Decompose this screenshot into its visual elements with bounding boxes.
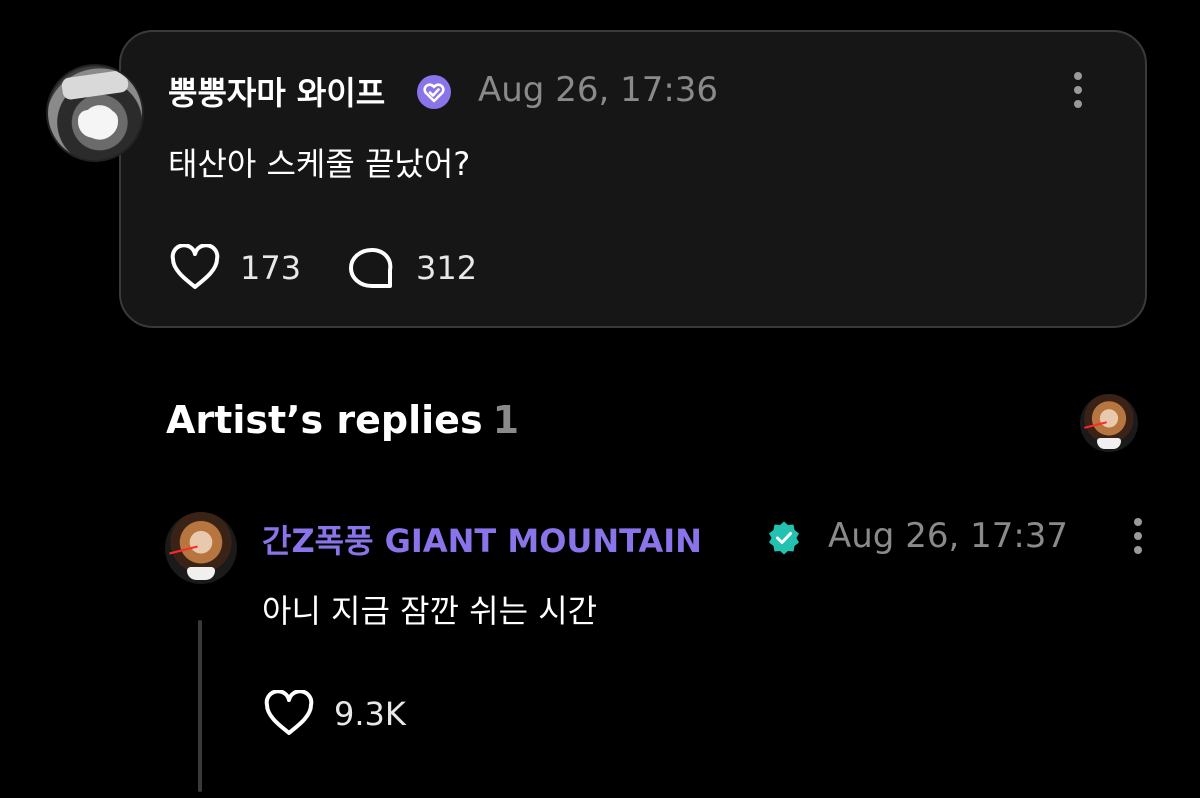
avatar-headband bbox=[60, 69, 130, 101]
reply-like-button[interactable]: 9.3K bbox=[262, 690, 406, 738]
verified-badge-icon bbox=[769, 521, 799, 555]
like-count: 173 bbox=[240, 249, 302, 287]
comment-button[interactable]: 312 bbox=[346, 244, 477, 292]
reply-author-name[interactable]: 간Z폭풍 GIANT MOUNTAIN bbox=[262, 516, 702, 562]
avatar-streak bbox=[169, 545, 198, 555]
artist-replies-header: Artist’s replies 1 bbox=[166, 398, 519, 442]
more-options-icon[interactable] bbox=[1064, 70, 1092, 110]
thread-line bbox=[198, 620, 202, 792]
like-button[interactable]: 173 bbox=[168, 244, 301, 292]
post-text: 태산아 스케줄 끝났어? bbox=[168, 145, 471, 183]
heart-icon bbox=[264, 690, 314, 735]
heart-icon bbox=[170, 244, 220, 289]
post-author-name[interactable]: 뿡뿡자마 와이프 bbox=[168, 68, 385, 114]
avatar-streak bbox=[1084, 421, 1108, 429]
reply-timestamp: Aug 26, 17:37 bbox=[828, 516, 1069, 556]
comment-bubble-icon bbox=[349, 248, 393, 288]
avatar-collar bbox=[186, 566, 216, 580]
artist-replies-count: 1 bbox=[492, 398, 520, 442]
avatar-mask bbox=[78, 110, 118, 138]
verified-badge-icon bbox=[417, 75, 451, 109]
artist-avatar-small[interactable] bbox=[1080, 394, 1138, 452]
avatar-collar bbox=[1097, 438, 1121, 449]
post-author-avatar[interactable] bbox=[46, 64, 144, 162]
reply-like-count: 9.3K bbox=[334, 695, 406, 733]
reply-author-avatar[interactable] bbox=[165, 512, 237, 584]
comment-count: 312 bbox=[416, 249, 478, 287]
reply-text: 아니 지금 잠깐 쉬는 시간 bbox=[262, 592, 598, 630]
artist-replies-title: Artist’s replies bbox=[166, 398, 483, 442]
post-timestamp: Aug 26, 17:36 bbox=[478, 70, 719, 110]
more-options-icon[interactable] bbox=[1124, 516, 1152, 556]
